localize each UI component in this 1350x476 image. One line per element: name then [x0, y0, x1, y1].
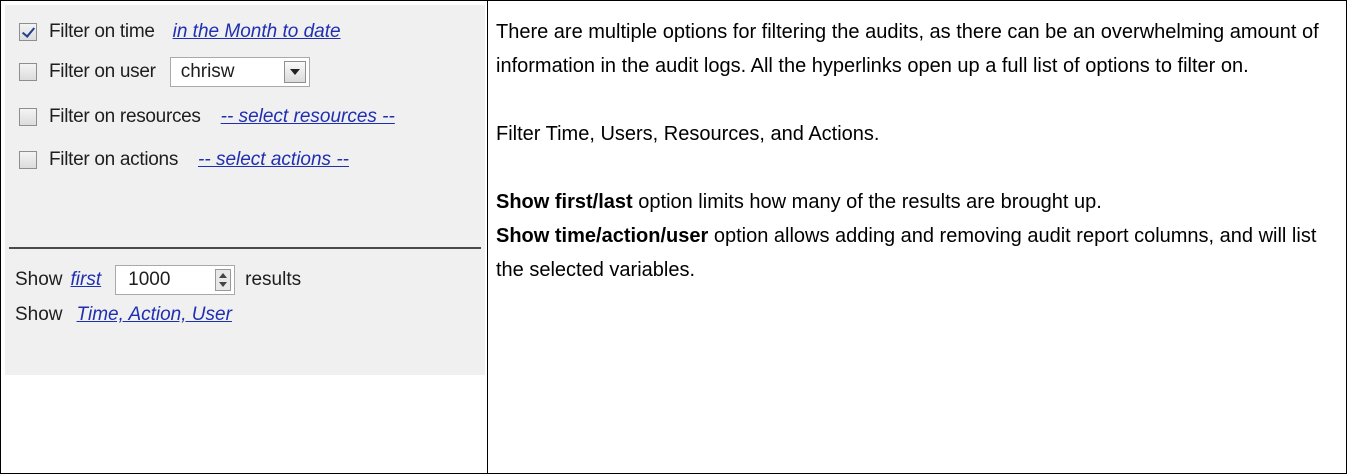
intro-paragraph: There are multiple options for filtering…: [496, 21, 1319, 77]
select-resources-link[interactable]: -- select resources --: [221, 106, 395, 128]
filter-summary-paragraph: Filter Time, Users, Resources, and Actio…: [496, 123, 880, 145]
show-first-term: Show first/last: [496, 191, 633, 213]
result-count-value: 1000: [128, 269, 171, 290]
filter-user-checkbox[interactable]: [19, 63, 37, 81]
filter-time-row: Filter on time in the Month to date: [19, 17, 341, 47]
chevron-down-icon[interactable]: [283, 61, 306, 83]
spinner-arrows-icon[interactable]: [215, 269, 232, 291]
show-first-suffix: results: [245, 269, 302, 290]
result-count-spinner[interactable]: 1000: [115, 265, 236, 295]
time-range-link[interactable]: in the Month to date: [173, 21, 341, 43]
filter-actions-row: Filter on actions -- select actions --: [19, 145, 349, 175]
audit-filter-panel: Filter on time in the Month to date Filt…: [5, 5, 485, 375]
columns-link[interactable]: Time, Action, User: [77, 304, 232, 326]
show-columns-paragraph: Show time/action/user option allows addi…: [496, 219, 1336, 287]
filter-time-checkbox[interactable]: [19, 23, 37, 41]
filter-actions-label: Filter on actions: [49, 149, 179, 170]
filter-resources-row: Filter on resources -- select resources …: [19, 102, 395, 132]
show-first-prefix: Show: [15, 269, 63, 290]
select-actions-link[interactable]: -- select actions --: [198, 149, 349, 171]
filter-resources-label: Filter on resources: [49, 106, 201, 127]
first-last-link[interactable]: first: [71, 269, 102, 291]
filter-resources-checkbox[interactable]: [19, 108, 37, 126]
show-first-row: Show first 1000 results: [15, 265, 301, 295]
separator-line: [9, 247, 481, 249]
column-divider: [487, 1, 488, 473]
filter-user-label: Filter on user: [49, 61, 156, 82]
show-first-paragraph: Show first/last option limits how many o…: [496, 185, 1336, 219]
content-table: Filter on time in the Month to date Filt…: [0, 0, 1347, 474]
filter-user-row: Filter on user chrisw: [19, 57, 310, 87]
description-text: There are multiple options for filtering…: [496, 15, 1336, 287]
show-first-description: option limits how many of the results ar…: [632, 191, 1102, 213]
filter-time-label: Filter on time: [49, 21, 155, 42]
user-combo-value: chrisw: [180, 61, 235, 82]
filter-actions-checkbox[interactable]: [19, 151, 37, 169]
show-columns-prefix: Show: [15, 304, 63, 325]
user-combo[interactable]: chrisw: [169, 57, 310, 87]
show-columns-term: Show time/action/user: [496, 225, 709, 247]
show-columns-row: Show Time, Action, User: [15, 300, 232, 330]
